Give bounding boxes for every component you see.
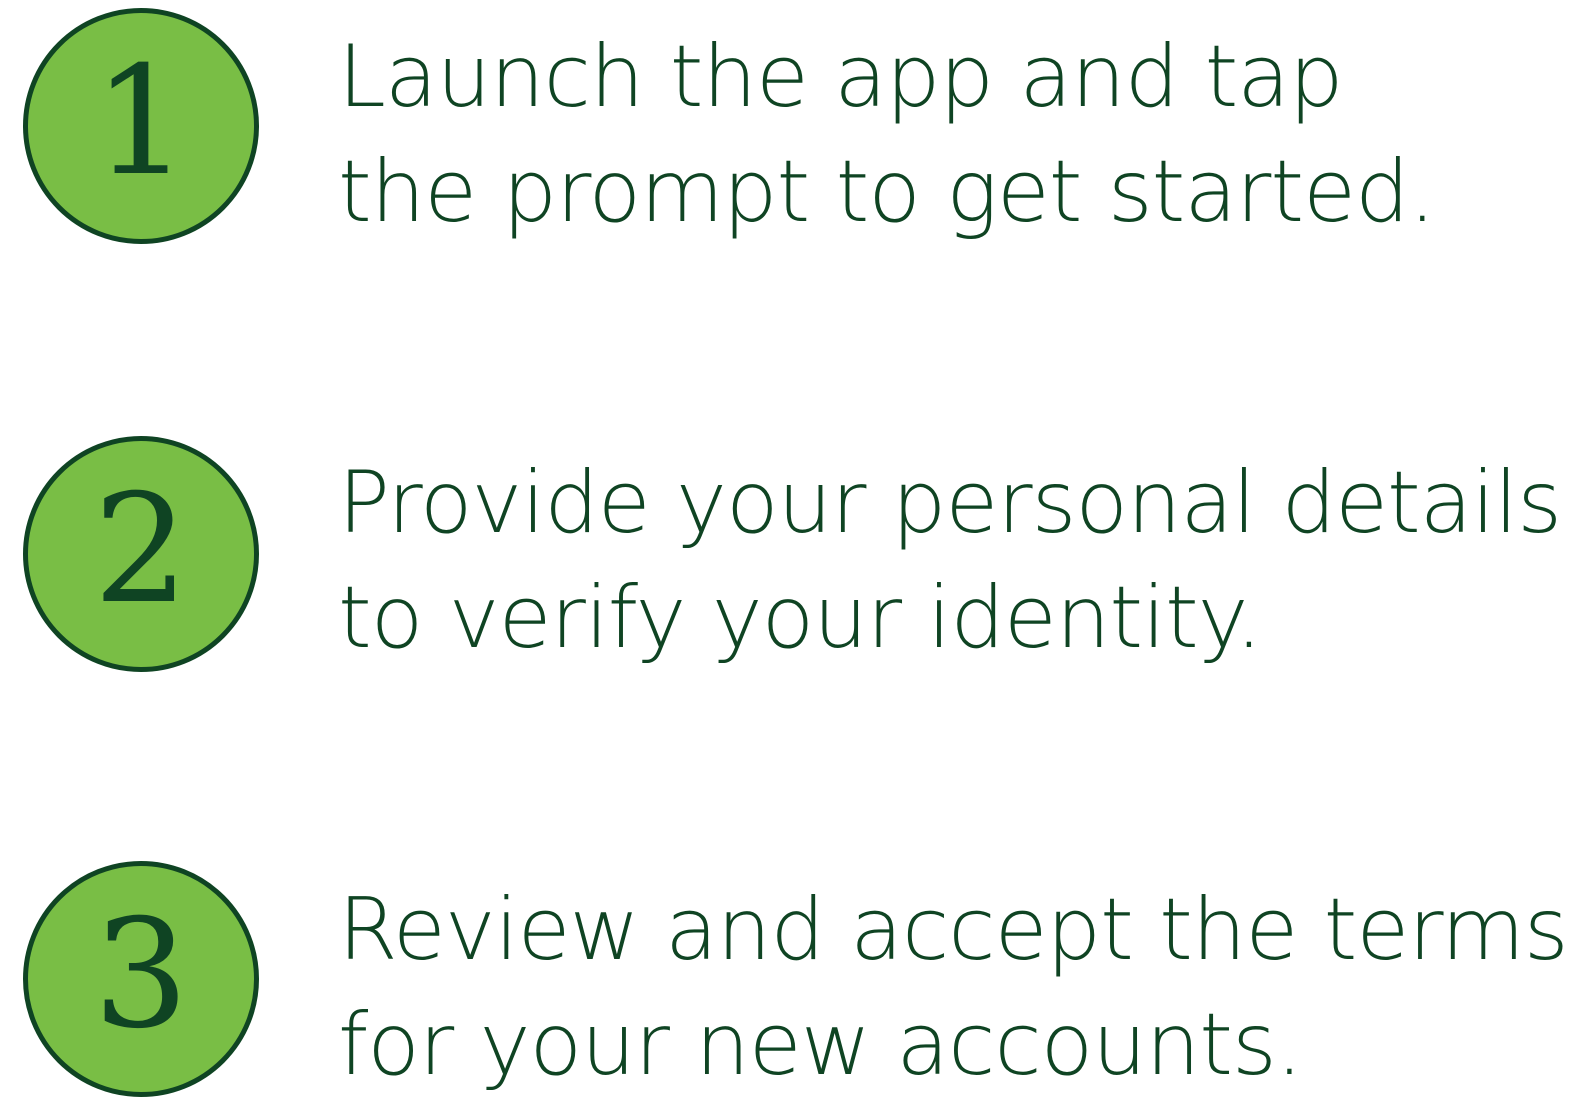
step-description-line: Provide your personal details bbox=[338, 453, 1562, 553]
step-description-line: Review and accept the terms bbox=[338, 880, 1569, 980]
step-description: Provide your personal details to verify … bbox=[338, 446, 1562, 676]
step-2: 2 Provide your personal details to verif… bbox=[0, 428, 1588, 678]
step-description: Launch the app and tap the prompt to get… bbox=[338, 20, 1436, 250]
step-number: 3 bbox=[93, 888, 189, 1062]
step-description-line: the prompt to get started. bbox=[338, 142, 1436, 242]
step-number: 2 bbox=[93, 463, 189, 637]
step-description: Review and accept the terms for your new… bbox=[338, 873, 1569, 1103]
step-number-badge: 3 bbox=[23, 861, 259, 1097]
step-3: 3 Review and accept the terms for your n… bbox=[0, 853, 1588, 1103]
step-1: 1 Launch the app and tap the prompt to g… bbox=[0, 0, 1588, 250]
step-number-badge: 2 bbox=[23, 436, 259, 672]
step-description-line: to verify your identity. bbox=[338, 568, 1263, 668]
step-description-line: Launch the app and tap bbox=[338, 27, 1344, 127]
step-description-line: for your new accounts. bbox=[338, 995, 1303, 1095]
step-number: 1 bbox=[93, 35, 189, 209]
step-number-badge: 1 bbox=[23, 8, 259, 244]
